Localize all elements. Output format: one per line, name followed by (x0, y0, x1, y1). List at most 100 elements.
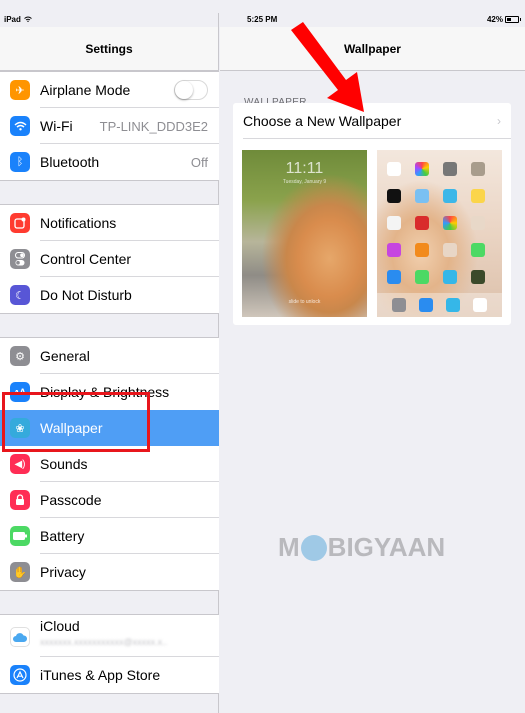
notes-app-icon (471, 189, 485, 203)
photos-app-icon (415, 162, 429, 176)
battery-status-icon (505, 16, 521, 23)
mail-app-icon (418, 298, 433, 312)
choose-new-wallpaper-label: Choose a New Wallpaper (243, 112, 402, 129)
status-right: 42% (486, 15, 521, 24)
find-my-app-icon (471, 270, 485, 284)
row-separator (243, 138, 511, 139)
sidebar-item-wifi[interactable]: Wi-Fi TP-LINK_DDD3E2 (0, 108, 219, 144)
choose-new-wallpaper-row[interactable]: Choose a New Wallpaper › (233, 103, 511, 138)
icloud-icon (10, 627, 30, 647)
videos-app-icon (443, 189, 457, 203)
wifi-icon (10, 116, 30, 136)
airplane-icon: ✈ (10, 80, 30, 100)
status-bar: iPad 5:25 PM 42% (0, 13, 525, 27)
settings-nav-bar: Settings (0, 27, 218, 71)
settings-app-icon (391, 298, 406, 312)
sidebar-item-label: Wallpaper (40, 420, 103, 436)
sidebar-item-icloud[interactable]: iCloud xxxxxxx.xxxxxxxxxxx@xxxxx.x.. (0, 615, 219, 657)
sidebar-item-wallpaper[interactable]: ❀ Wallpaper (0, 410, 219, 446)
sidebar-item-control-center[interactable]: Control Center (0, 241, 219, 277)
settings-title: Settings (85, 41, 133, 56)
app-store-app-icon (443, 270, 457, 284)
lock-screen-slide-text: slide to unlock (288, 299, 321, 305)
sidebar-item-bluetooth[interactable]: ᛒ Bluetooth Off (0, 144, 219, 180)
watermark-text-left: M (278, 532, 300, 562)
control-center-icon (10, 249, 30, 269)
sidebar-item-general[interactable]: ⚙ General (0, 338, 219, 374)
clock-app-icon (387, 189, 401, 203)
sidebar-item-label: Notifications (40, 215, 117, 231)
sidebar-item-airplane-mode[interactable]: ✈ Airplane Mode (0, 72, 219, 108)
sidebar-item-label: Bluetooth (40, 154, 100, 170)
sidebar-item-privacy[interactable]: ✋ Privacy (0, 554, 219, 590)
battery-icon (10, 526, 30, 546)
extras-folder-icon (471, 216, 485, 230)
wallpaper-nav-bar: Wallpaper (220, 27, 525, 71)
watermark-text-right: BIGYAAN (327, 532, 446, 562)
camera-app-icon (443, 162, 457, 176)
sidebar-item-do-not-disturb[interactable]: ☾ Do Not Disturb (0, 277, 219, 313)
home-screen-app-grid (387, 162, 485, 284)
wifi-network-value: TP-LINK_DDD3E2 (99, 118, 208, 134)
calendar-app-icon (387, 162, 401, 176)
sidebar-item-itunes-app-store[interactable]: iTunes & App Store (0, 657, 219, 693)
phone-logo-icon (300, 534, 327, 561)
settings-group-connectivity: ✈ Airplane Mode Wi-Fi TP-LINK_DDD3E2 ᛒ B… (0, 71, 219, 181)
reminders-app-icon (387, 216, 401, 230)
app-store-dock-icon (446, 298, 461, 312)
sidebar-item-label: iCloud (40, 618, 80, 634)
sidebar-item-label: Airplane Mode (40, 82, 131, 98)
sidebar-item-notifications[interactable]: Notifications (0, 205, 219, 241)
lock-screen-wallpaper-preview[interactable]: 11:11 Tuesday, January 9 slide to unlock (242, 150, 367, 317)
chevron-right-icon: › (497, 113, 501, 128)
wallpaper-title: Wallpaper (344, 41, 401, 56)
notifications-icon (10, 213, 30, 233)
status-time: 5:25 PM (247, 15, 278, 24)
settings-group-notifications: Notifications Control Center ☾ Do Not Di… (0, 204, 219, 314)
sidebar-item-label: Display & Brightness (40, 384, 170, 400)
settings-group-general: ⚙ General ᴀA Display & Brightness ❀ Wall… (0, 337, 219, 591)
photo-booth-app-icon (415, 216, 429, 230)
mobigyaan-watermark: M BIGYAAN (278, 532, 445, 563)
wallpaper-detail-pane: Wallpaper WALLPAPER Choose a New Wallpap… (220, 13, 525, 713)
ipad-screen: Settings ✈ Airplane Mode Wi-Fi TP-LINK_D… (0, 0, 525, 713)
sidebar-item-label: Battery (40, 528, 85, 544)
messages-app-icon (471, 243, 485, 257)
sidebar-item-label: Do Not Disturb (40, 287, 132, 303)
sidebar-item-label: Control Center (40, 251, 132, 267)
contacts-app-icon (471, 162, 485, 176)
music-app-icon (473, 298, 488, 312)
lock-screen-date: Tuesday, January 9 (282, 179, 327, 185)
device-name: iPad (4, 15, 21, 24)
airplane-mode-toggle[interactable] (174, 80, 208, 100)
settings-group-accounts: iCloud xxxxxxx.xxxxxxxxxxx@xxxxx.x.. iTu… (0, 614, 219, 694)
sidebar-item-label: Privacy (40, 564, 86, 580)
home-screen-dock (377, 293, 502, 317)
battery-percent: 42% (486, 15, 503, 24)
itunes-store-app-icon (387, 243, 401, 257)
hand-icon: ✋ (10, 562, 30, 582)
settings-master-pane: Settings ✈ Airplane Mode Wi-Fi TP-LINK_D… (0, 13, 219, 713)
battery-fill (507, 18, 511, 21)
sounds-icon: ◀) (10, 454, 30, 474)
display-brightness-icon: ᴀA (10, 382, 30, 402)
sidebar-item-sounds[interactable]: ◀) Sounds (0, 446, 219, 482)
status-left: iPad (4, 15, 32, 24)
safari-app-icon (387, 270, 401, 284)
sidebar-item-display-brightness[interactable]: ᴀA Display & Brightness (0, 374, 219, 410)
maps-app-icon (415, 189, 429, 203)
game-center-app-icon (443, 216, 457, 230)
sidebar-item-label: Passcode (40, 492, 102, 508)
bluetooth-icon: ᛒ (10, 152, 30, 172)
wallpaper-card: Choose a New Wallpaper › 11:11 Tuesday, … (233, 103, 511, 325)
home-screen-wallpaper-preview[interactable] (377, 150, 502, 317)
toggle-knob (175, 81, 193, 99)
bluetooth-status-value: Off (190, 154, 208, 170)
gear-icon: ⚙ (10, 346, 30, 366)
sidebar-item-battery[interactable]: Battery (0, 518, 219, 554)
ibooks-app-icon (415, 243, 429, 257)
icloud-account-email: xxxxxxx.xxxxxxxxxxx@xxxxx.x.. (40, 637, 168, 647)
sidebar-item-passcode[interactable]: Passcode (0, 482, 219, 518)
wallpaper-icon: ❀ (10, 418, 30, 438)
moon-icon: ☾ (10, 285, 30, 305)
